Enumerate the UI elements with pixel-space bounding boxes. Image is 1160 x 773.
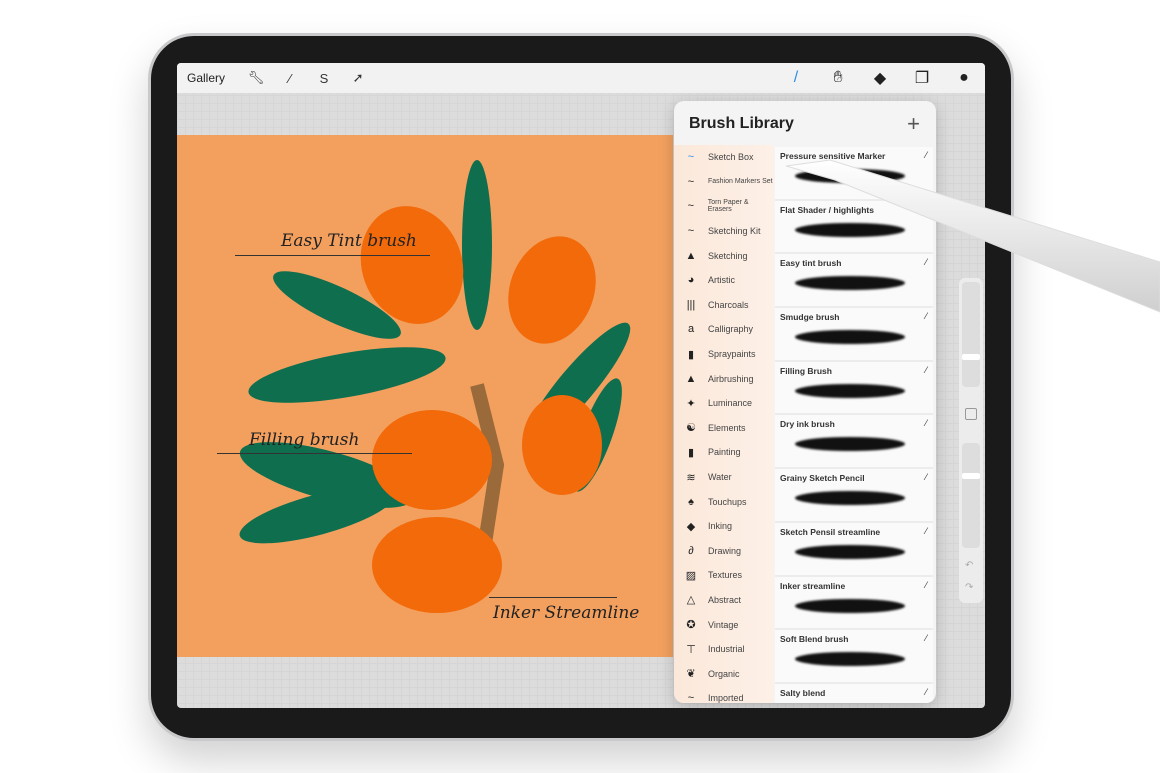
- apple-pencil: [785, 159, 1160, 313]
